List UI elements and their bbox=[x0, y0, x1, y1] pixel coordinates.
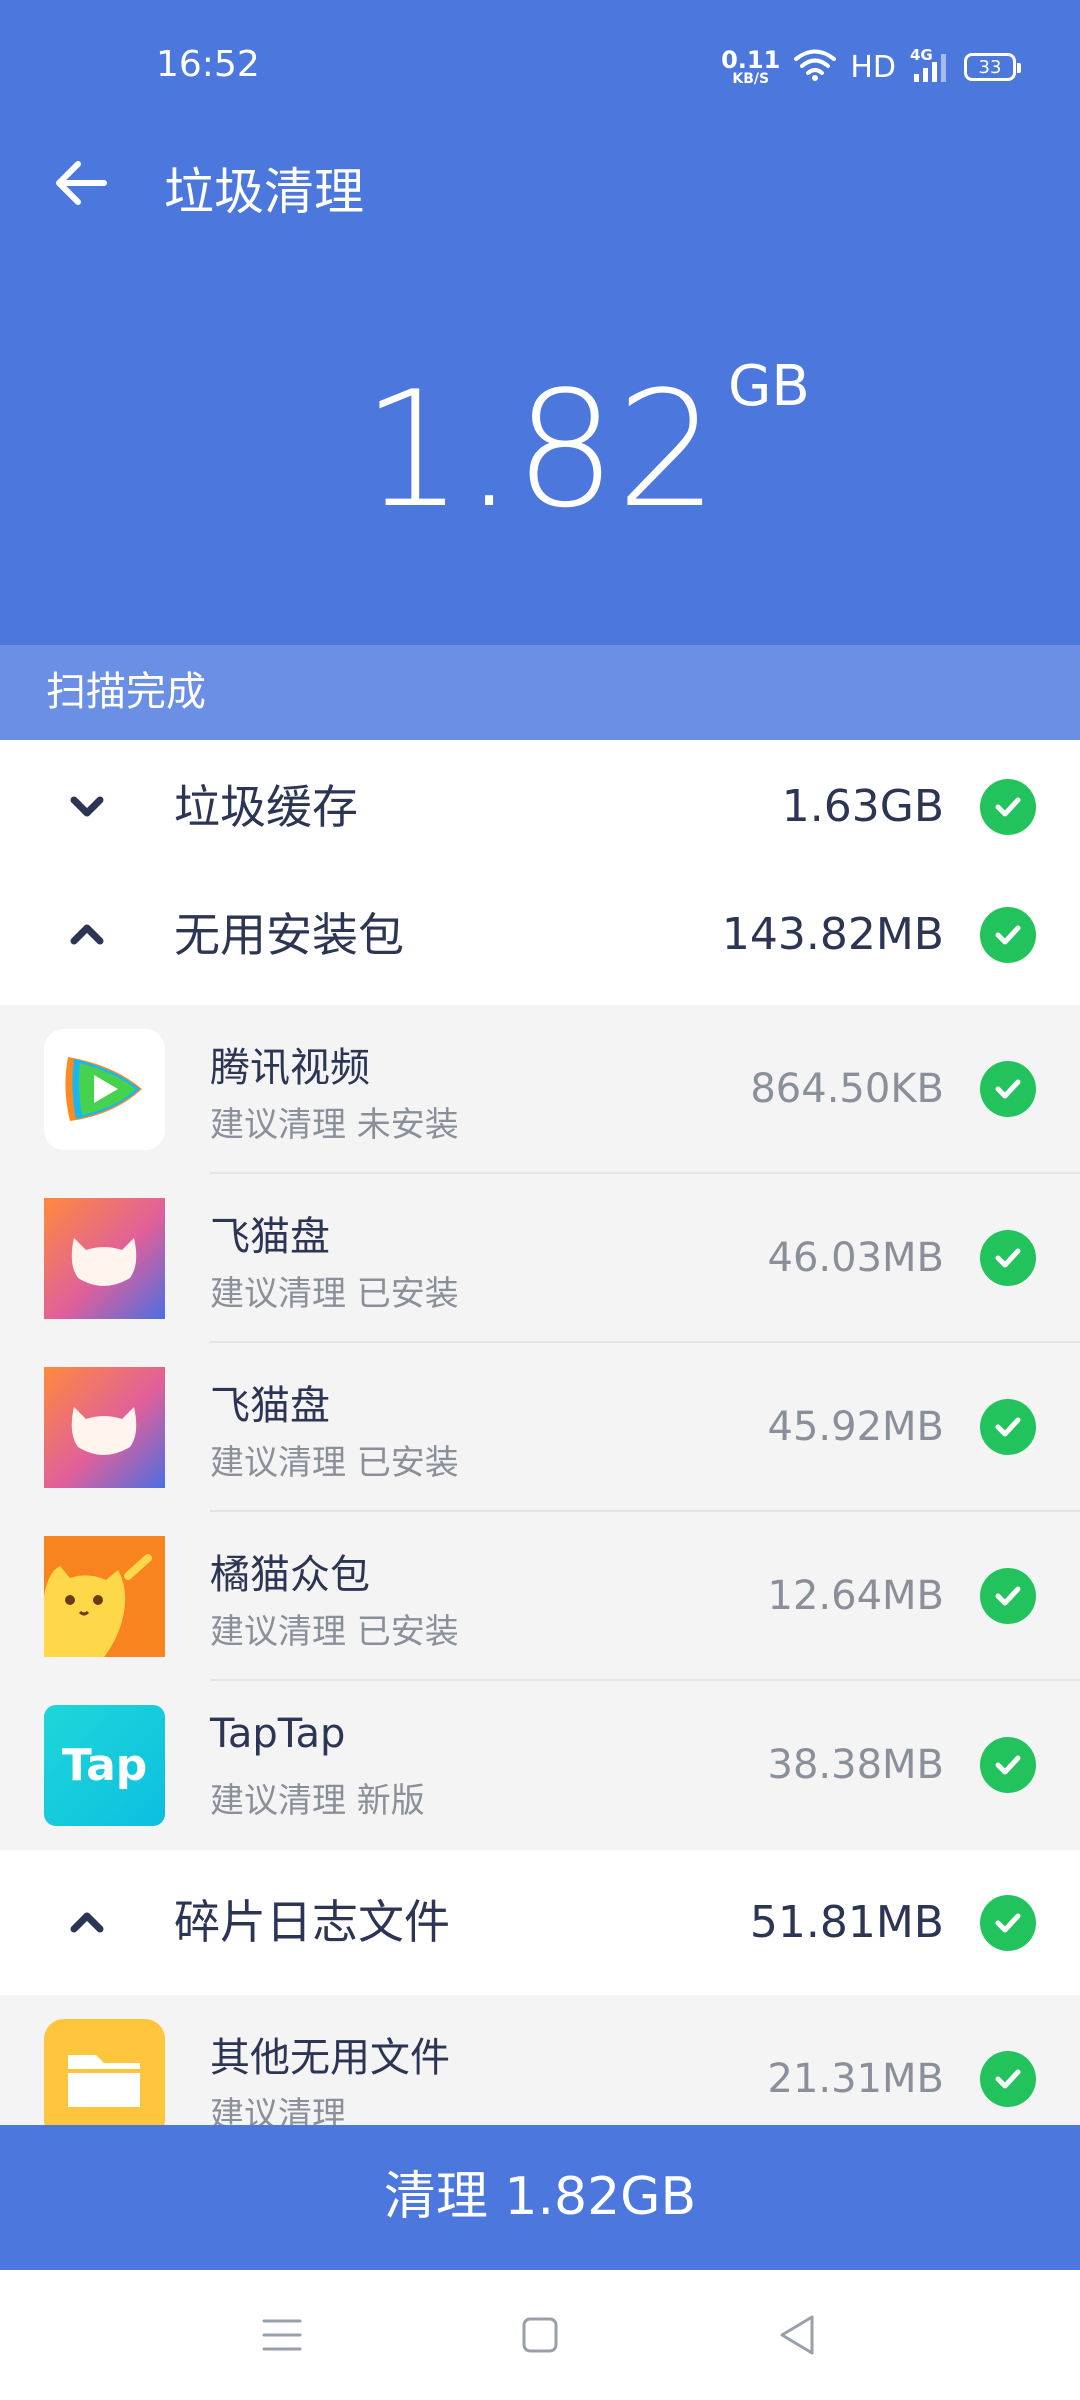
total-junk-size: 1.82 GB bbox=[0, 354, 1080, 543]
app-name: 其他无用文件 bbox=[210, 2035, 450, 2081]
app-status: 建议清理 未安装 bbox=[210, 1105, 459, 1145]
feimao-pan-icon bbox=[44, 1367, 165, 1488]
check-circle-icon[interactable] bbox=[980, 1737, 1036, 1793]
jumao-zhongbao-icon bbox=[44, 1536, 165, 1657]
app-name: TapTap bbox=[210, 1711, 346, 1757]
scan-status-bar: 扫描完成 bbox=[0, 645, 1080, 740]
battery-icon: 33 bbox=[964, 53, 1021, 81]
triangle-back-icon bbox=[780, 2315, 814, 2355]
system-nav-bar bbox=[0, 2270, 1080, 2400]
category-size: 143.82MB bbox=[721, 909, 944, 960]
signal-icon: 4G bbox=[910, 46, 950, 84]
category-name: 垃圾缓存 bbox=[174, 780, 358, 834]
category-name: 无用安装包 bbox=[174, 908, 404, 962]
header: 16:52 0.11 KB/S HD 4G 33 垃圾清理 1.82 GB bbox=[0, 0, 1080, 645]
check-circle-icon[interactable] bbox=[980, 1568, 1036, 1624]
app-name: 橘猫众包 bbox=[210, 1552, 370, 1598]
battery-level: 33 bbox=[978, 56, 1002, 78]
page-title: 垃圾清理 bbox=[164, 163, 364, 221]
category-row-logs[interactable]: 碎片日志文件 51.81MB bbox=[0, 1850, 1080, 1995]
network-speed: 0.11 KB/S bbox=[721, 48, 780, 86]
list-item[interactable]: 橘猫众包 建议清理 已安装 12.64MB bbox=[0, 1512, 1080, 1681]
menu-nav-button[interactable] bbox=[252, 2305, 312, 2365]
chevron-down-icon bbox=[70, 796, 104, 817]
status-icons: 0.11 KB/S HD 4G 33 bbox=[721, 46, 1021, 86]
app-size: 46.03MB bbox=[767, 1235, 944, 1281]
wifi-icon bbox=[794, 48, 837, 86]
app-size: 38.38MB bbox=[767, 1742, 944, 1788]
clean-button[interactable]: 清理 1.82GB bbox=[0, 2125, 1080, 2270]
chevron-up-icon bbox=[70, 1912, 104, 1933]
list-item[interactable]: Tap TapTap 建议清理 新版 38.38MB bbox=[0, 1681, 1080, 1850]
app-size: 864.50KB bbox=[750, 1066, 944, 1112]
check-circle-icon[interactable] bbox=[980, 2051, 1036, 2107]
app-size: 45.92MB bbox=[767, 1404, 944, 1450]
log-items: 其他无用文件 建议清理 21.31MB bbox=[0, 1995, 1080, 2125]
tencent-video-icon bbox=[44, 1029, 165, 1150]
folder-icon bbox=[44, 2019, 165, 2125]
app-status: 建议清理 bbox=[210, 2095, 346, 2125]
taptap-icon: Tap bbox=[44, 1705, 165, 1826]
check-circle-icon[interactable] bbox=[980, 1399, 1036, 1455]
junk-list[interactable]: 垃圾缓存 1.63GB 无用安装包 143.82MB 腾讯视频 建议清理 未安装… bbox=[0, 740, 1080, 2125]
package-items: 腾讯视频 建议清理 未安装 864.50KB 飞猫盘 建议清理 已安装 46.0… bbox=[0, 1005, 1080, 1850]
app-name: 飞猫盘 bbox=[210, 1383, 330, 1429]
chevron-up-icon bbox=[70, 924, 104, 945]
app-status: 建议清理 已安装 bbox=[210, 1612, 459, 1652]
app-status: 建议清理 已安装 bbox=[210, 1274, 459, 1314]
list-item[interactable]: 飞猫盘 建议清理 已安装 45.92MB bbox=[0, 1343, 1080, 1512]
feimao-pan-icon bbox=[44, 1198, 165, 1319]
app-status: 建议清理 新版 bbox=[210, 1781, 425, 1821]
status-bar: 16:52 0.11 KB/S HD 4G 33 bbox=[0, 0, 1080, 140]
category-size: 51.81MB bbox=[749, 1897, 944, 1948]
back-nav-button[interactable] bbox=[766, 2305, 826, 2365]
list-item[interactable]: 其他无用文件 建议清理 21.31MB bbox=[0, 1995, 1080, 2125]
home-nav-button[interactable] bbox=[510, 2305, 570, 2365]
app-name: 飞猫盘 bbox=[210, 1214, 330, 1260]
total-size-unit: GB bbox=[728, 354, 810, 419]
network-speed-unit: KB/S bbox=[732, 71, 770, 87]
app-name: 腾讯视频 bbox=[210, 1045, 370, 1091]
check-circle-icon[interactable] bbox=[980, 779, 1036, 835]
total-size-value: 1.82 bbox=[361, 356, 719, 543]
status-time: 16:52 bbox=[156, 44, 260, 85]
app-size: 12.64MB bbox=[767, 1573, 944, 1619]
app-status: 建议清理 已安装 bbox=[210, 1443, 459, 1483]
check-circle-icon[interactable] bbox=[980, 1230, 1036, 1286]
check-circle-icon[interactable] bbox=[980, 1061, 1036, 1117]
taptap-icon-text: Tap bbox=[61, 1740, 148, 1791]
category-row-packages[interactable]: 无用安装包 143.82MB bbox=[0, 870, 1080, 1000]
check-circle-icon[interactable] bbox=[980, 1895, 1036, 1951]
check-circle-icon[interactable] bbox=[980, 907, 1036, 963]
list-item[interactable]: 腾讯视频 建议清理 未安装 864.50KB bbox=[0, 1005, 1080, 1174]
category-row-cache[interactable]: 垃圾缓存 1.63GB bbox=[0, 742, 1080, 872]
square-icon bbox=[522, 2317, 558, 2353]
menu-icon bbox=[262, 2319, 302, 2351]
category-name: 碎片日志文件 bbox=[174, 1895, 450, 1949]
back-button[interactable] bbox=[48, 150, 114, 216]
app-size: 21.31MB bbox=[767, 2056, 944, 2102]
list-item[interactable]: 飞猫盘 建议清理 已安装 46.03MB bbox=[0, 1174, 1080, 1343]
arrow-left-icon bbox=[56, 161, 107, 205]
network-speed-value: 0.11 bbox=[721, 46, 781, 74]
hd-label: HD bbox=[850, 49, 896, 85]
category-size: 1.63GB bbox=[781, 781, 944, 832]
